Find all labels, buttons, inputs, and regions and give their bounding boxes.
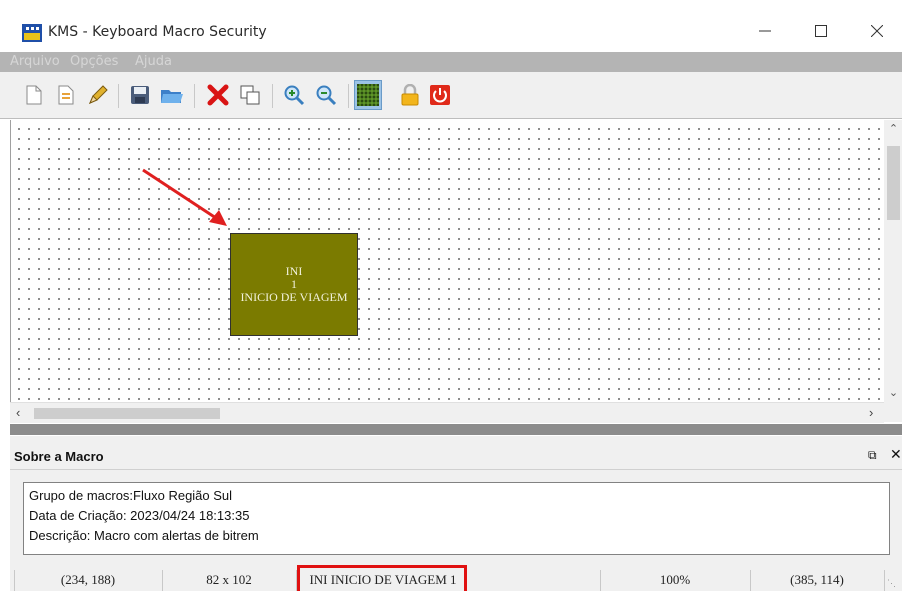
macro-canvas[interactable]: INI 1 INICIO DE VIAGEM [10,120,884,402]
minimize-icon [759,30,771,32]
new-button[interactable] [22,82,46,108]
scroll-right-icon[interactable]: › [869,405,873,420]
macro-node[interactable]: INI 1 INICIO DE VIAGEM [230,233,358,336]
zoom-in-button[interactable] [282,82,306,108]
power-button[interactable] [428,82,452,108]
copy-icon [240,85,260,105]
status-size: 82 x 102 [206,571,252,587]
status-position: (234, 188) [60,571,116,587]
resize-grip-icon[interactable]: ⋱ [887,578,896,589]
horizontal-scroll-thumb[interactable] [34,408,220,419]
panel-body: Grupo de macros:Fluxo Região Sul Data de… [10,470,902,568]
toolbar-separator [118,84,119,108]
close-icon [871,25,883,37]
main-window: KMS - Keyboard Macro Security Arquivo Op… [0,0,902,591]
annotation-arrow-icon [142,168,227,226]
panel-header: Sobre a Macro ⧉ ✕ [10,436,902,470]
open-folder-button[interactable] [160,82,184,108]
zoom-in-icon [284,85,305,106]
zoom-out-icon [316,85,337,106]
float-panel-icon[interactable]: ⧉ [868,448,877,463]
power-icon [430,85,450,105]
open-doc-button[interactable] [54,82,78,108]
app-logo-icon [22,24,42,42]
scroll-up-icon[interactable]: ⌃ [887,122,900,136]
toolbar [0,72,902,119]
status-bar: (234, 188) 82 x 102 INI INICIO DE VIAGEM… [10,565,902,591]
close-button[interactable] [854,14,900,48]
scroll-down-icon[interactable]: ⌄ [887,386,900,400]
delete-icon [207,84,229,106]
menu-bar: Arquivo Opções Ajuda [0,52,902,72]
menu-opcoes[interactable]: Opções [70,54,118,69]
scroll-left-icon[interactable]: ‹ [16,405,20,420]
pencil-icon [89,85,108,104]
open-document-icon [58,85,74,105]
status-divider [884,570,885,591]
status-cursor: (385, 114) [790,571,844,587]
vertical-scrollbar[interactable]: ⌃ ⌄ [884,120,902,402]
save-icon [131,86,149,104]
status-divider [14,570,15,591]
macro-created-text: Data de Criação: 2023/04/24 18:13:35 [29,508,250,523]
zoom-out-button[interactable] [314,82,338,108]
toolbar-separator [348,84,349,108]
macro-description-text: Descrição: Macro com alertas de bitrem [29,528,259,543]
delete-button[interactable] [206,82,230,108]
status-divider [600,570,601,591]
vertical-scroll-thumb[interactable] [887,146,900,220]
toolbar-separator [194,84,195,108]
grid-icon [357,84,379,106]
minimize-button[interactable] [742,14,788,48]
panel-title: Sobre a Macro [14,449,104,464]
menu-arquivo[interactable]: Arquivo [10,54,60,69]
grid-toggle-button[interactable] [354,80,382,110]
panel-splitter[interactable] [10,424,902,435]
status-divider [162,570,163,591]
lock-button[interactable] [398,82,422,108]
status-divider [750,570,751,591]
panel-close-icon[interactable]: ✕ [890,446,902,463]
new-document-icon [26,85,42,105]
maximize-button[interactable] [798,14,844,48]
maximize-icon [815,25,827,37]
window-title: KMS - Keyboard Macro Security [48,24,267,40]
edit-button[interactable] [86,82,110,108]
macro-group-text: Grupo de macros:Fluxo Região Sul [29,488,233,503]
copy-button[interactable] [238,82,262,108]
title-bar: KMS - Keyboard Macro Security [0,0,902,50]
macro-name: INICIO DE VIAGEM [240,290,348,304]
toolbar-separator [272,84,273,108]
open-folder-icon [161,90,183,103]
macro-info-box: Grupo de macros:Fluxo Região Sul Data de… [23,482,890,555]
lock-icon [401,84,419,106]
menu-ajuda[interactable]: Ajuda [135,54,172,69]
highlight-annotation [297,565,467,591]
save-button[interactable] [128,82,152,108]
scroll-corner [884,402,902,422]
horizontal-scrollbar[interactable]: ‹ › [10,402,884,423]
status-zoom: 100% [659,571,691,587]
